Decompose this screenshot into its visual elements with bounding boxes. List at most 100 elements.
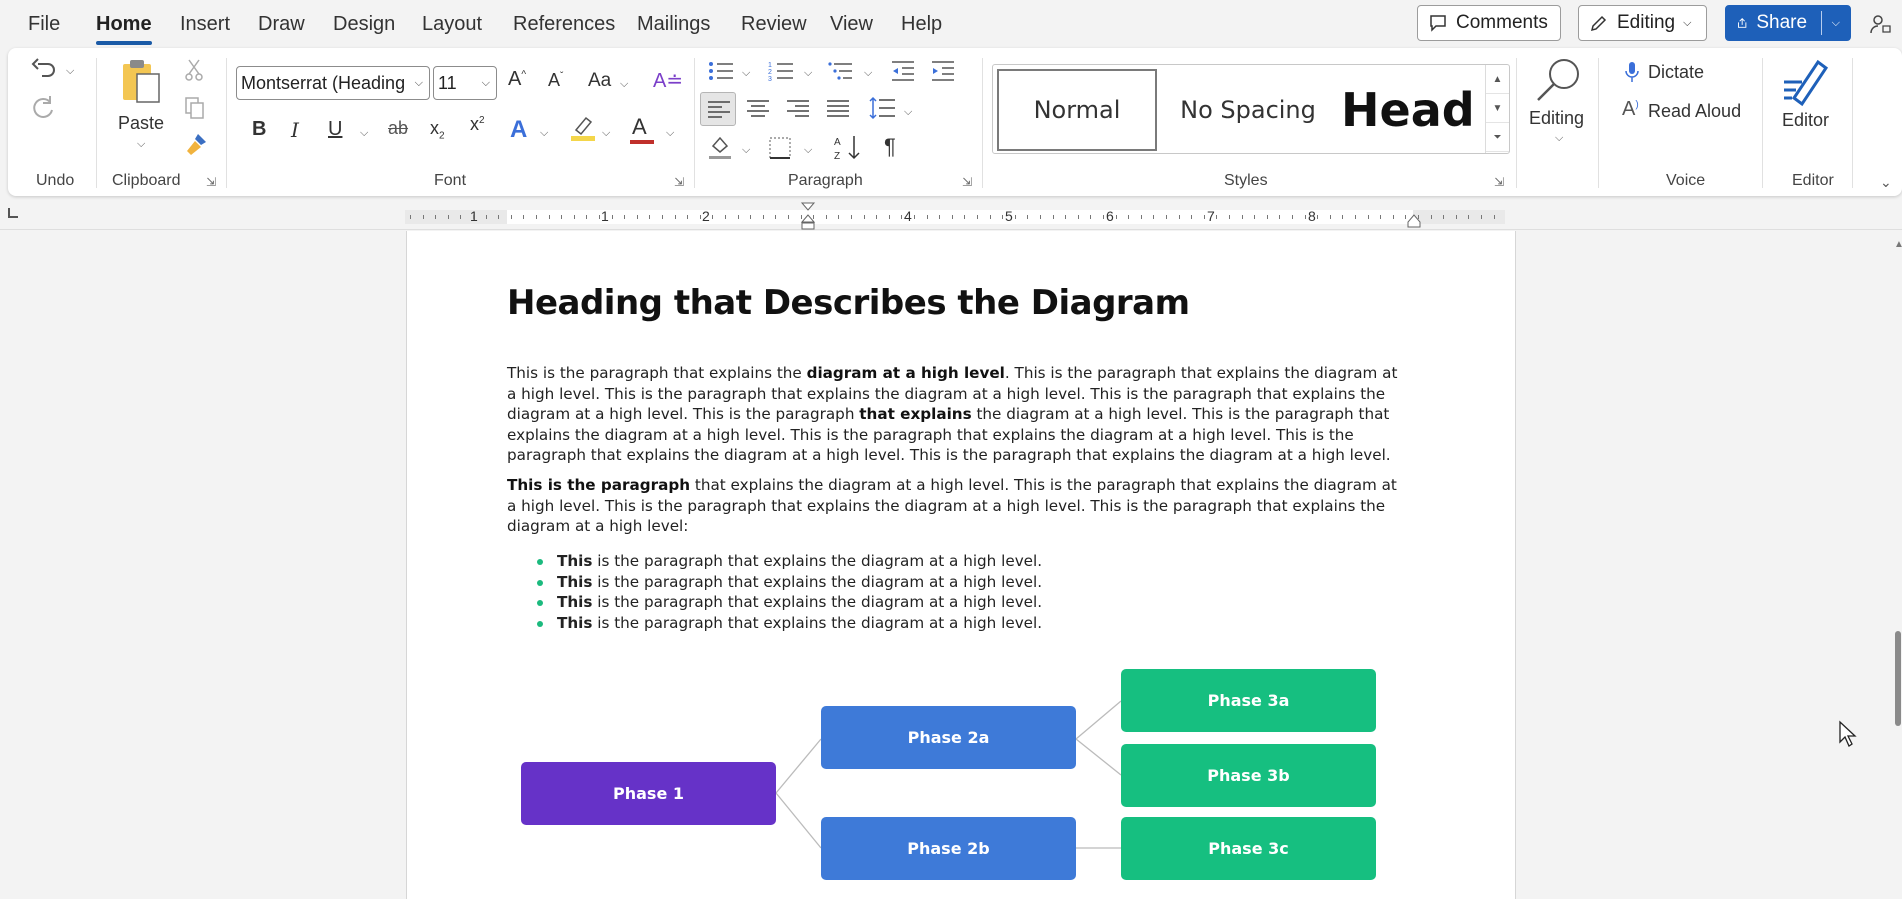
- comments-button[interactable]: Comments: [1417, 5, 1561, 41]
- document-page[interactable]: Heading that Describes the Diagram This …: [406, 231, 1516, 899]
- scroll-up-icon[interactable]: ▲: [1894, 239, 1902, 250]
- multilevel-list-icon[interactable]: [828, 60, 854, 82]
- editor-pen-icon[interactable]: [1780, 56, 1832, 108]
- strikethrough-icon[interactable]: ab: [388, 118, 408, 139]
- font-name-dropdown[interactable]: Montserrat (Heading ⌵: [236, 66, 430, 100]
- chevron-down-icon[interactable]: ⌵: [864, 67, 872, 80]
- menu-references[interactable]: References: [513, 13, 615, 36]
- diagram-node-phase-2a[interactable]: Phase 2a: [821, 706, 1076, 769]
- collapse-ribbon-icon[interactable]: ⌄: [1880, 174, 1892, 191]
- increase-indent-icon[interactable]: [930, 60, 956, 82]
- menu-design[interactable]: Design: [333, 13, 395, 36]
- bullets-icon[interactable]: [708, 60, 734, 82]
- read-aloud-icon[interactable]: A): [1622, 98, 1639, 121]
- format-painter-icon[interactable]: [184, 132, 208, 158]
- menu-layout[interactable]: Layout: [422, 13, 482, 36]
- menu-help[interactable]: Help: [901, 13, 942, 36]
- indent-marker-icon[interactable]: [800, 202, 816, 230]
- chevron-down-icon[interactable]: ⌵: [66, 65, 74, 78]
- pilcrow-icon[interactable]: ¶: [884, 134, 896, 160]
- chevron-up-icon[interactable]: ▲: [1486, 65, 1509, 94]
- borders-icon[interactable]: [768, 136, 792, 160]
- editing-mode-button[interactable]: Editing ⌵: [1578, 5, 1707, 41]
- launcher-icon[interactable]: ⇲: [206, 175, 216, 189]
- shading-icon[interactable]: [708, 134, 732, 160]
- chevron-down-icon[interactable]: ▼: [1486, 94, 1509, 123]
- diagram-node-phase-3c[interactable]: Phase 3c: [1121, 817, 1376, 880]
- menu-review[interactable]: Review: [741, 13, 807, 36]
- chevron-down-icon[interactable]: ⌵: [620, 78, 628, 91]
- align-right-icon[interactable]: [786, 99, 810, 119]
- chevron-down-icon[interactable]: ⌵: [666, 127, 674, 140]
- italic-icon[interactable]: I: [291, 118, 299, 142]
- bold-icon[interactable]: B: [252, 118, 266, 141]
- diagram-node-phase-3a[interactable]: Phase 3a: [1121, 669, 1376, 732]
- redo-icon[interactable]: [30, 94, 58, 122]
- subscript-icon[interactable]: x2: [430, 118, 445, 142]
- person-icon[interactable]: [1868, 12, 1892, 36]
- sort-icon[interactable]: AZ: [834, 134, 864, 162]
- copy-icon[interactable]: [184, 96, 206, 120]
- style-no-spacing[interactable]: No Spacing: [1163, 69, 1333, 151]
- text-effects-icon[interactable]: A: [510, 116, 527, 144]
- highlighter-icon[interactable]: [570, 114, 596, 142]
- editor-label[interactable]: Editor: [1782, 110, 1829, 131]
- align-center-icon[interactable]: [746, 99, 770, 119]
- document-canvas[interactable]: Heading that Describes the Diagram This …: [0, 231, 1902, 899]
- chevron-down-icon[interactable]: ⌵: [1555, 132, 1563, 145]
- underline-icon[interactable]: U: [328, 118, 342, 141]
- launcher-icon[interactable]: ⇲: [674, 175, 684, 189]
- menu-file[interactable]: File: [28, 13, 60, 36]
- justify-icon[interactable]: [826, 99, 850, 119]
- paste-label[interactable]: Paste: [118, 113, 164, 134]
- chevron-down-icon[interactable]: ⌵: [602, 127, 610, 140]
- share-button[interactable]: Share ⌵: [1725, 5, 1851, 41]
- read-aloud-label[interactable]: Read Aloud: [1648, 101, 1741, 122]
- microphone-icon[interactable]: [1624, 61, 1640, 83]
- document-heading[interactable]: Heading that Describes the Diagram: [507, 283, 1190, 323]
- chevron-down-icon[interactable]: ⌵: [904, 106, 912, 119]
- tab-selector-icon[interactable]: [8, 208, 18, 218]
- line-spacing-icon[interactable]: [868, 96, 896, 120]
- align-left-button[interactable]: [700, 92, 736, 126]
- chevron-down-icon[interactable]: ⌵: [137, 138, 145, 151]
- font-size-dropdown[interactable]: 11 ⌵: [433, 66, 497, 100]
- menu-view[interactable]: View: [830, 13, 873, 36]
- launcher-icon[interactable]: ⇲: [1494, 175, 1504, 189]
- chevron-down-icon[interactable]: ⌵: [804, 67, 812, 80]
- list-item[interactable]: This is the paragraph that explains the …: [532, 613, 1232, 634]
- style-heading[interactable]: Headi: [1337, 69, 1477, 151]
- editing-label[interactable]: Editing: [1529, 108, 1584, 129]
- menu-insert[interactable]: Insert: [180, 13, 230, 36]
- undo-icon[interactable]: [30, 58, 58, 84]
- chevron-down-icon[interactable]: ⌵: [1832, 17, 1840, 30]
- cut-icon[interactable]: [184, 58, 204, 82]
- magnifier-icon[interactable]: [1534, 56, 1584, 104]
- paragraph-1[interactable]: This is the paragraph that explains the …: [507, 363, 1407, 466]
- chevron-down-icon[interactable]: ⌵: [742, 144, 750, 157]
- vertical-scrollbar[interactable]: ▲: [1894, 231, 1902, 899]
- paste-icon[interactable]: [121, 58, 161, 104]
- grow-font-icon[interactable]: A^: [508, 68, 526, 91]
- diagram-node-phase-1[interactable]: Phase 1: [521, 762, 776, 825]
- list-item[interactable]: This is the paragraph that explains the …: [532, 592, 1232, 613]
- scrollbar-thumb[interactable]: [1895, 631, 1901, 726]
- chevron-down-icon[interactable]: ⌵: [742, 67, 750, 80]
- diagram-node-phase-2b[interactable]: Phase 2b: [821, 817, 1076, 880]
- clear-formatting-icon[interactable]: A≐: [653, 68, 683, 93]
- chevron-down-icon[interactable]: ⌵: [540, 127, 548, 140]
- dictate-label[interactable]: Dictate: [1648, 62, 1704, 83]
- launcher-icon[interactable]: ⇲: [962, 175, 972, 189]
- change-case-button[interactable]: Aa: [588, 70, 611, 92]
- more-styles-icon[interactable]: ⏷: [1486, 123, 1509, 152]
- chevron-down-icon[interactable]: ⌵: [360, 127, 368, 140]
- menu-draw[interactable]: Draw: [258, 13, 305, 36]
- shrink-font-icon[interactable]: Aˇ: [548, 70, 563, 91]
- style-normal[interactable]: Normal: [997, 69, 1157, 151]
- menu-mailings[interactable]: Mailings: [637, 13, 710, 36]
- chevron-down-icon[interactable]: ⌵: [804, 144, 812, 157]
- menu-home[interactable]: Home: [96, 13, 152, 36]
- numbering-icon[interactable]: 123: [768, 60, 794, 82]
- diagram-node-phase-3b[interactable]: Phase 3b: [1121, 744, 1376, 807]
- paragraph-2[interactable]: This is the paragraph that explains the …: [507, 475, 1407, 537]
